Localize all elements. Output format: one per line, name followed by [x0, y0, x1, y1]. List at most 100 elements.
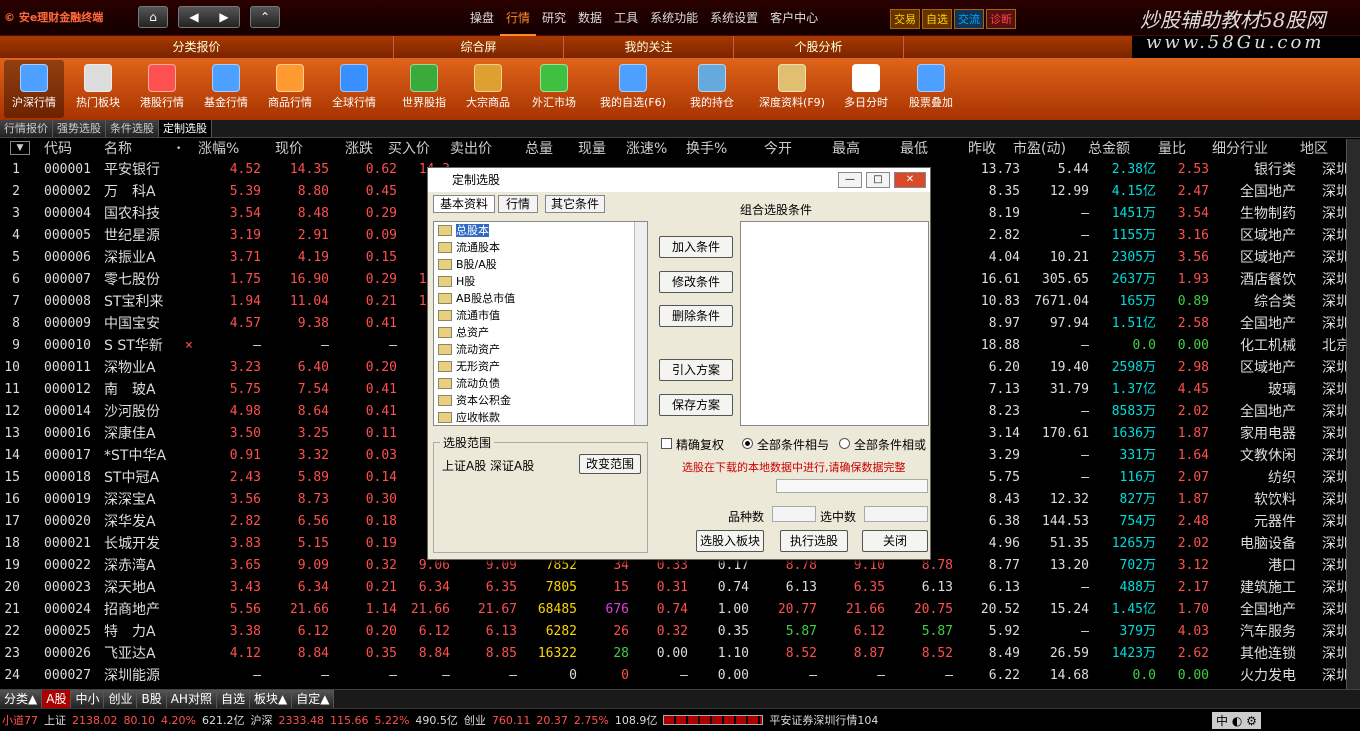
menu-item-2[interactable]: 研究 — [536, 0, 572, 36]
column-header-4[interactable]: 现价 — [275, 139, 303, 159]
ribbon-item-10[interactable]: 我的持仓 — [678, 60, 746, 118]
menu-item-3[interactable]: 数据 — [572, 0, 608, 36]
market-tab-6[interactable]: 自选 — [216, 690, 250, 708]
menu-item-0[interactable]: 操盘 — [464, 0, 500, 36]
table-row[interactable]: 21 000024 招商地产 5.56 21.66 1.14 21.66 21.67 68485… — [0, 599, 1350, 621]
field-item[interactable]: 应收帐款 — [434, 409, 647, 425]
all-and-radio[interactable] — [742, 438, 753, 449]
column-header-5[interactable]: 涨跌 — [345, 139, 373, 159]
tab-quote[interactable]: 行情 — [498, 195, 538, 213]
column-header-2[interactable]: • — [176, 139, 181, 159]
delete-condition-button[interactable]: 删除条件 — [659, 305, 733, 327]
column-header-15[interactable]: 昨收 — [968, 139, 996, 159]
column-header-18[interactable]: 量比 — [1158, 139, 1186, 159]
column-header-8[interactable]: 总量 — [525, 139, 553, 159]
column-header-7[interactable]: 卖出价 — [450, 139, 492, 159]
field-item[interactable]: 流通市值 — [434, 307, 647, 324]
column-header-14[interactable]: 最低 — [900, 139, 928, 159]
table-row[interactable]: 24 000027 深圳能源 – – – – –0 0–0.00– – –6.22 14.68 0.0 0… — [0, 665, 1350, 687]
market-tab-2[interactable]: 中小 — [71, 690, 105, 708]
column-header-16[interactable]: 市盈(动) — [1013, 139, 1066, 159]
field-item[interactable]: AB股总市值 — [434, 290, 647, 307]
column-header-17[interactable]: 总金额 — [1088, 139, 1130, 159]
market-tab-8[interactable]: 自定▲ — [292, 690, 335, 708]
quick-button-2[interactable]: 交流 — [954, 9, 984, 29]
all-or-radio[interactable] — [839, 438, 850, 449]
field-item[interactable]: H股 — [434, 273, 647, 290]
change-range-button[interactable]: 改变范围 — [579, 454, 641, 474]
maximize-button[interactable]: □ — [866, 172, 890, 188]
column-header-13[interactable]: 最高 — [832, 139, 860, 159]
back-icon[interactable]: ◀ — [189, 10, 198, 24]
back-forward-buttons[interactable]: ◀ ▶ — [178, 6, 240, 28]
ribbon-item-13[interactable]: 股票叠加 — [900, 60, 962, 118]
field-item[interactable]: 总股本 — [434, 222, 647, 239]
column-header-3[interactable]: 涨幅% — [198, 139, 239, 159]
column-header-1[interactable]: 名称 — [104, 139, 132, 159]
field-item[interactable]: 流动资产 — [434, 341, 647, 358]
ime-indicator[interactable]: 中 ◐ ⚙ — [1212, 712, 1261, 729]
vertical-scrollbar[interactable] — [1346, 139, 1360, 689]
column-header-10[interactable]: 涨速% — [626, 139, 667, 159]
field-item[interactable]: 无形资产 — [434, 358, 647, 375]
import-plan-button[interactable]: 引入方案 — [659, 359, 733, 381]
ribbon-item-11[interactable]: 深度资料(F9) — [752, 60, 832, 118]
ribbon-item-12[interactable]: 多日分时 — [836, 60, 896, 118]
field-item[interactable]: 资本公积金 — [434, 392, 647, 409]
ribbon-item-4[interactable]: 商品行情 — [260, 60, 320, 118]
field-item[interactable]: 流通股本 — [434, 239, 647, 256]
ribbon-item-3[interactable]: 基金行情 — [196, 60, 256, 118]
menu-item-7[interactable]: 客户中心 — [764, 0, 824, 36]
column-header-9[interactable]: 现量 — [578, 139, 606, 159]
column-menu-icon[interactable]: ▼ — [10, 141, 30, 155]
up-button[interactable]: ⌃ — [250, 6, 280, 28]
market-tab-5[interactable]: AH对照 — [166, 690, 217, 708]
table-row[interactable]: 20 000023 深天地A 3.43 6.34 0.21 6.34 6.35 7805 15 0.… — [0, 577, 1350, 599]
ribbon-item-9[interactable]: 我的自选(F6) — [592, 60, 674, 118]
menu-item-6[interactable]: 系统设置 — [704, 0, 764, 36]
home-button[interactable]: ⌂ — [138, 6, 168, 28]
ribbon-item-1[interactable]: 热门板块 — [68, 60, 128, 118]
execute-button[interactable]: 执行选股 — [780, 530, 848, 552]
view-tab-0[interactable]: 行情报价 — [0, 120, 53, 137]
menu-item-5[interactable]: 系统功能 — [644, 0, 704, 36]
save-plan-button[interactable]: 保存方案 — [659, 394, 733, 416]
ribbon-item-6[interactable]: 世界股指 — [394, 60, 454, 118]
table-row[interactable]: 22 000025 特 力A 3.38 6.12 0.20 6.12 6.13 6282 26 0.… — [0, 621, 1350, 643]
market-tab-3[interactable]: 创业 — [104, 690, 138, 708]
column-header-20[interactable]: 地区 — [1300, 139, 1328, 159]
view-tab-1[interactable]: 强势选股 — [53, 120, 106, 137]
field-list[interactable]: 总股本 流通股本 B股/A股 H股 AB股总市值 流通市值 总资产 流动资产 无形资产 流动负债资… — [433, 221, 648, 426]
combo-conditions-box[interactable] — [740, 221, 929, 426]
table-row[interactable]: 23 000026 飞亚达A 4.12 8.84 0.35 8.84 8.85 16322 28 0… — [0, 643, 1350, 665]
ribbon-item-0[interactable]: 沪深行情 — [4, 60, 64, 118]
column-header-6[interactable]: 买入价 — [388, 139, 430, 159]
column-header-0[interactable]: 代码 — [44, 139, 72, 159]
close-x-button[interactable]: ✕ — [894, 172, 926, 188]
view-tab-2[interactable]: 条件选股 — [106, 120, 159, 137]
field-item[interactable]: 流动负债 — [434, 375, 647, 392]
exact-restore-checkbox[interactable] — [661, 438, 672, 449]
field-item[interactable]: B股/A股 — [434, 256, 647, 273]
to-block-button[interactable]: 选股入板块 — [696, 530, 764, 552]
ribbon-item-8[interactable]: 外汇市场 — [522, 60, 586, 118]
column-header-11[interactable]: 换手% — [686, 139, 727, 159]
quick-button-0[interactable]: 交易 — [890, 9, 920, 29]
close-button[interactable]: 关闭 — [862, 530, 928, 552]
edit-condition-button[interactable]: 修改条件 — [659, 271, 733, 293]
tab-basic-info[interactable]: 基本资料 — [433, 195, 495, 213]
view-tab-3[interactable]: 定制选股 — [159, 120, 212, 137]
ribbon-item-5[interactable]: 全球行情 — [324, 60, 384, 118]
market-tab-7[interactable]: 板块▲ — [249, 690, 293, 708]
ribbon-item-2[interactable]: 港股行情 — [132, 60, 192, 118]
quick-button-1[interactable]: 自选 — [922, 9, 952, 29]
add-condition-button[interactable]: 加入条件 — [659, 236, 733, 258]
column-header-19[interactable]: 细分行业 — [1212, 139, 1268, 159]
market-tab-0[interactable]: 分类▲ — [0, 690, 43, 708]
forward-icon[interactable]: ▶ — [219, 10, 228, 24]
field-item[interactable]: 总资产 — [434, 324, 647, 341]
quick-button-3[interactable]: 诊断 — [986, 9, 1016, 29]
field-list-scrollbar[interactable] — [634, 222, 647, 425]
market-tab-1[interactable]: A股 — [42, 690, 72, 708]
column-header-12[interactable]: 今开 — [764, 139, 792, 159]
